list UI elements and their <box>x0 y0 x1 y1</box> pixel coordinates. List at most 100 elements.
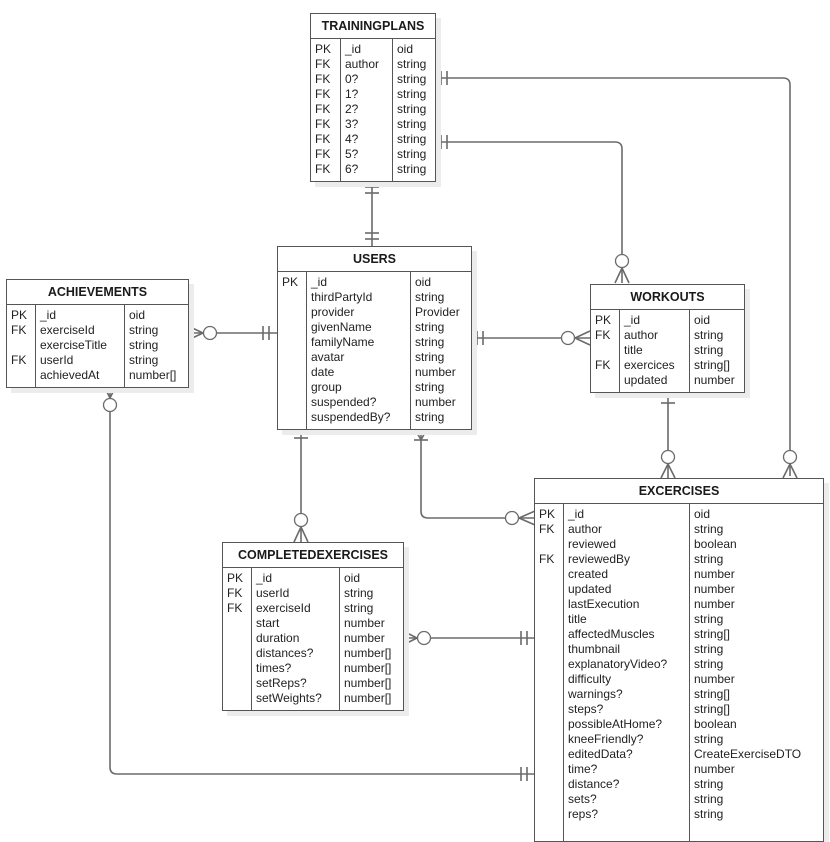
key-marker <box>539 597 559 612</box>
field-name: setWeights? <box>256 691 322 705</box>
field-type: string <box>694 732 724 746</box>
field-type: string <box>694 642 724 656</box>
field-name: _id <box>568 507 585 521</box>
field-type-column: oid string string string number[] <box>125 305 188 387</box>
key-marker: PK <box>227 571 244 585</box>
key-marker <box>282 410 302 425</box>
field-type: string <box>397 132 427 146</box>
key-column: PK FK FK <box>591 310 620 392</box>
entity-title: TRAININGPLANS <box>311 14 435 39</box>
field-type-column: oid string Provider string string string numbe… <box>411 272 471 429</box>
rel-users-excercises <box>413 426 536 526</box>
key-column: PK FK FK <box>7 305 36 387</box>
field-type: oid <box>415 275 432 289</box>
key-marker <box>539 732 559 747</box>
key-marker: PK <box>11 308 28 322</box>
field-type: string <box>397 72 427 86</box>
field-type: number <box>694 672 735 686</box>
field-name: time? <box>568 762 598 776</box>
field-name: affectedMuscles <box>568 627 655 641</box>
rel-users-achievements <box>187 325 277 341</box>
field-type: string <box>129 338 159 352</box>
field-name: 2? <box>345 102 359 116</box>
key-marker <box>282 290 302 305</box>
entity-completedexercises[interactable]: COMPLETEDEXERCISES PK FK FK _id userId exerc… <box>222 542 404 711</box>
field-name: updated <box>624 373 668 387</box>
field-name: date <box>311 365 335 379</box>
field-type: string <box>397 117 427 131</box>
key-marker <box>227 631 247 646</box>
field-type: number[] <box>344 661 392 675</box>
field-type: string <box>397 162 427 176</box>
key-column: PK FK FK <box>535 504 564 841</box>
field-name: sets? <box>568 792 597 806</box>
key-marker <box>227 616 247 631</box>
field-name: thirdPartyId <box>311 290 373 304</box>
field-name: author <box>568 522 603 536</box>
field-name: _id <box>624 313 641 327</box>
entity-title: USERS <box>278 247 471 272</box>
key-marker: FK <box>315 117 331 131</box>
entity-workouts[interactable]: WORKOUTS PK FK FK _id author title exercices u… <box>590 284 745 393</box>
field-name: givenName <box>311 320 372 334</box>
field-name: reps? <box>568 807 599 821</box>
field-name: created <box>568 567 609 581</box>
field-type: number <box>694 597 735 611</box>
field-name: kneeFriendly? <box>568 732 644 746</box>
field-type: string[] <box>694 358 731 372</box>
entity-users[interactable]: USERS PK _id thirdPartyId provider givenNam… <box>277 246 472 430</box>
key-marker <box>539 672 559 687</box>
field-type: string <box>415 350 445 364</box>
field-name: avatar <box>311 350 345 364</box>
key-marker: FK <box>227 586 243 600</box>
key-marker: FK <box>539 522 555 536</box>
field-name-column: _id thirdPartyId provider givenName familyNa… <box>307 272 411 429</box>
field-name-column: _id userId exerciseId start duration distance… <box>252 568 340 710</box>
field-name: exerciseId <box>256 601 311 615</box>
key-marker: FK <box>315 102 331 116</box>
field-type: number[] <box>344 691 392 705</box>
key-marker <box>539 807 559 822</box>
field-name: distances? <box>256 646 314 660</box>
entity-excercises[interactable]: EXCERCISES PK FK FK _id author reviewed revie… <box>534 478 824 842</box>
key-marker <box>539 657 559 672</box>
field-name: exerciseTitle <box>40 338 107 352</box>
key-marker: FK <box>315 162 331 176</box>
key-marker <box>282 380 302 395</box>
field-type: string <box>415 410 445 424</box>
entity-achievements[interactable]: ACHIEVEMENTS PK FK FK _id exerciseId exercis… <box>6 279 189 388</box>
field-name: 3? <box>345 117 359 131</box>
field-type: oid <box>397 42 414 56</box>
field-type: number <box>344 616 385 630</box>
entity-trainingplans[interactable]: TRAININGPLANS PK FK FK FK FK FK FK FK FK _id auth… <box>310 13 436 182</box>
field-type: string <box>397 147 427 161</box>
field-type-column: oid string string number number number[] numbe… <box>340 568 403 710</box>
field-type: number <box>694 373 735 387</box>
key-marker: PK <box>315 42 332 56</box>
field-name: userId <box>40 353 74 367</box>
key-marker: PK <box>539 507 556 521</box>
field-name: _id <box>40 308 57 322</box>
field-name: editedData? <box>568 747 633 761</box>
field-name: 1? <box>345 87 359 101</box>
rel-excercises-completedexercises <box>402 630 535 646</box>
key-column: PK FK FK FK FK FK FK FK FK <box>311 39 341 181</box>
key-marker: FK <box>315 72 331 86</box>
key-marker <box>539 702 559 717</box>
field-name-column: _id exerciseId exerciseTitle userId achieved… <box>36 305 125 387</box>
key-column: PK FK FK <box>223 568 252 710</box>
field-name: start <box>256 616 280 630</box>
key-marker <box>539 717 559 732</box>
field-type: number <box>415 395 456 409</box>
field-name: author <box>345 57 380 71</box>
field-name: 4? <box>345 132 359 146</box>
key-marker <box>227 661 247 676</box>
field-type: number[] <box>344 676 392 690</box>
field-type: string <box>694 343 724 357</box>
field-name: provider <box>311 305 355 319</box>
field-type: Provider <box>415 305 460 319</box>
key-marker <box>227 676 247 691</box>
key-marker <box>227 691 247 706</box>
field-type: boolean <box>694 537 737 551</box>
key-marker <box>539 747 559 762</box>
